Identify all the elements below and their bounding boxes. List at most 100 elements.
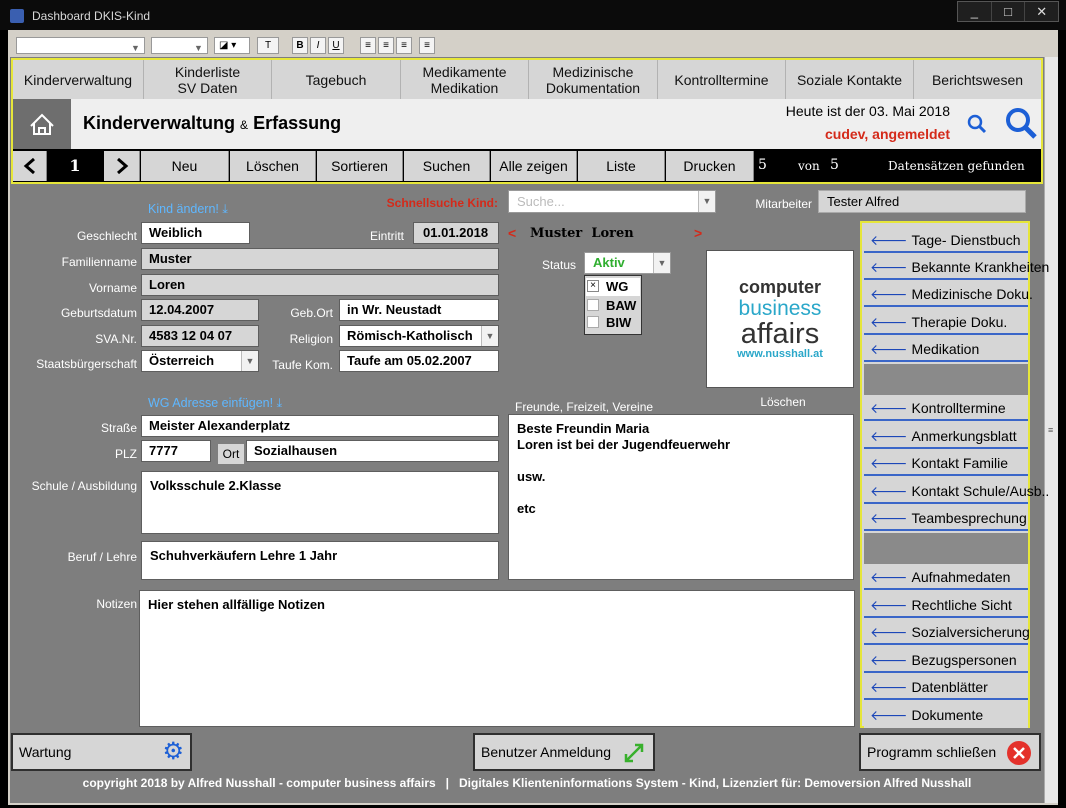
nav-berichtswesen[interactable]: Berichtswesen [914,60,1041,99]
child-photo[interactable]: computer business affairs www.nusshall.a… [706,250,854,388]
scrollbar[interactable]: ≡ [1044,57,1058,803]
programm-schliessen-button[interactable]: Programm schließen [859,733,1041,771]
status-select[interactable]: Aktiv ▼ [584,252,671,274]
wg-checkbox-row[interactable]: × WG [586,278,640,296]
sortieren-button[interactable]: Sortieren [317,151,403,181]
ort-field[interactable]: Sozialhausen [246,440,499,462]
nav-tagebuch[interactable]: Tagebuch [272,60,401,99]
alle-zeigen-button[interactable]: Alle zeigen [491,151,577,181]
drucken-button[interactable]: Drucken [666,151,754,181]
prev-child-arrow[interactable]: < [508,225,516,241]
minimize-button[interactable]: _ [958,2,992,21]
wg-adresse-link[interactable]: WG Adresse einfügen! ⤓ [148,396,282,411]
home-icon [30,113,54,135]
next-record-button[interactable] [104,151,140,181]
benutzer-anmeldung-button[interactable]: Benutzer Anmeldung [473,733,655,771]
loeschen-photo-link[interactable]: Löschen [706,395,860,409]
taufe-field[interactable]: Taufe am 05.02.2007 [339,350,499,372]
nav-medikamente[interactable]: Medikamente Medikation [401,60,529,99]
sidebar-item-datenblaetter[interactable]: 🡐 Datenblätter [864,674,1028,700]
nav-medizinische-dokumentation[interactable]: Medizinische Dokumentation [529,60,658,99]
logged-in-user: cudev, angemeldet [824,126,950,142]
sidebar-item-rechtliche-sicht[interactable]: 🡐 Rechtliche Sicht [864,592,1028,618]
arrow-left-icon: 🡐 [870,597,908,613]
home-button[interactable] [13,99,71,149]
biw-checkbox-row[interactable]: BIW [586,314,640,332]
sidebar-item-kontrolltermine[interactable]: 🡐 Kontrolltermine [864,395,1028,421]
eintritt-field[interactable]: 01.01.2018 [413,222,499,244]
sidebar-item-dokumente[interactable]: 🡐 Dokumente [864,702,1028,728]
geschlecht-field[interactable]: Weiblich [141,222,250,244]
nav-kinderliste[interactable]: Kinderliste SV Daten [144,60,272,99]
freunde-label: Freunde, Freizeit, Vereine [515,400,654,414]
freunde-field[interactable]: Beste Freundin Maria Loren ist bei der J… [508,414,854,580]
sidebar-item-kontakt-schule[interactable]: 🡐 Kontakt Schule/Ausb.. [864,478,1049,504]
wartung-button[interactable]: Wartung ⚙ [11,733,192,771]
sidebar-item-medizinische-doku[interactable]: 🡐 Medizinische Doku. [864,281,1033,307]
strasse-field[interactable]: Meister Alexanderplatz [141,415,499,437]
prev-record-button[interactable] [13,151,47,181]
search-large-icon[interactable] [1002,104,1040,142]
arrow-left-icon: 🡐 [870,341,908,357]
next-child-arrow[interactable]: > [694,225,702,241]
today-date: Heute ist der 03. Mai 2018 [785,103,950,119]
align-right-icon[interactable]: ≡ [396,37,412,54]
expand-icon [624,743,644,763]
plz-field[interactable]: 7777 [141,440,211,462]
nav-kontrolltermine[interactable]: Kontrolltermine [658,60,786,99]
sidebar-item-aufnahmedaten[interactable]: 🡐 Aufnahmedaten [864,564,1028,590]
arrow-left-icon: 🡐 [870,483,908,499]
schnellsuche-label: Schnellsuche Kind: [386,196,498,210]
fill-color-select[interactable]: ◪ ▾ [214,37,250,54]
beruf-label: Beruf / Lehre [67,550,137,564]
arrow-left-icon: 🡐 [870,286,908,302]
baw-checkbox-row[interactable]: BAW [586,297,640,315]
sidebar-item-therapie-doku[interactable]: 🡐 Therapie Doku. [864,309,1028,335]
sidebar-item-teambesprechung[interactable]: 🡐 Teambesprechung [864,505,1028,531]
sidebar-item-kontakt-familie[interactable]: 🡐 Kontakt Familie [864,450,1028,476]
sidebar-item-anmerkungsblatt[interactable]: 🡐 Anmerkungsblatt [864,423,1028,449]
suchen-button[interactable]: Suchen [404,151,490,181]
neu-button[interactable]: Neu [141,151,229,181]
close-window-button[interactable]: ✕ [1025,2,1058,21]
arrow-left-icon: 🡐 [870,314,908,330]
staatsbuergerschaft-label: Staatsbürgerschaft [36,357,137,371]
liste-button[interactable]: Liste [578,151,665,181]
schule-field[interactable]: Volksschule 2.Klasse [141,471,499,534]
sidebar-item-tage-dienstbuch[interactable]: 🡐 Tage- Dienstbuch [864,227,1028,253]
notizen-field[interactable]: Hier stehen allfällige Notizen [139,590,855,727]
sidebar-item-sozialversicherung[interactable]: 🡐 Sozialversicherung [864,619,1030,645]
window-title: Dashboard DKIS-Kind [32,9,151,23]
align-center-icon[interactable]: ≡ [378,37,394,54]
vorname-field[interactable]: Loren [141,274,499,296]
font-select[interactable]: ▼ [16,37,145,54]
religion-label: Religion [289,332,333,346]
bold-icon[interactable]: B [292,37,308,54]
underline-icon[interactable]: U [328,37,344,54]
nav-soziale-kontakte[interactable]: Soziale Kontakte [786,60,914,99]
maximize-button[interactable]: □ [992,2,1026,21]
sidebar-item-bezugspersonen[interactable]: 🡐 Bezugspersonen [864,647,1028,673]
geschlecht-label: Geschlecht [76,229,137,243]
align-left-icon[interactable]: ≡ [360,37,376,54]
eintritt-label: Eintritt [369,229,404,243]
italic-icon[interactable]: I [310,37,326,54]
nav-kinderverwaltung[interactable]: Kinderverwaltung [13,60,144,99]
chevron-down-icon: ▼ [698,191,715,212]
sidebar-item-medikation[interactable]: 🡐 Medikation [864,336,1028,362]
geburtsort-field[interactable]: in Wr. Neustadt [339,299,499,321]
search-icon[interactable] [964,110,990,136]
logo-url: www.nusshall.at [737,348,823,360]
schnellsuche-input[interactable]: Suche... ▼ [508,190,716,213]
beruf-field[interactable]: Schuhverkäufern Lehre 1 Jahr [141,541,499,580]
arrow-left-icon: 🡐 [870,259,908,275]
loeschen-button[interactable]: Löschen [230,151,316,181]
religion-select[interactable]: Römisch-Katholisch ▼ [339,325,499,347]
text-format-icon[interactable]: T [257,37,279,54]
sidebar-item-krankheiten[interactable]: 🡐 Bekannte Krankheiten [864,254,1049,280]
size-select[interactable]: ▼ [151,37,208,54]
justify-icon[interactable]: ≡ [419,37,435,54]
kind-aendern-link[interactable]: Kind ändern! ⤓ [148,202,228,217]
arrow-left-icon: 🡐 [870,624,908,640]
familienname-field[interactable]: Muster [141,248,499,270]
